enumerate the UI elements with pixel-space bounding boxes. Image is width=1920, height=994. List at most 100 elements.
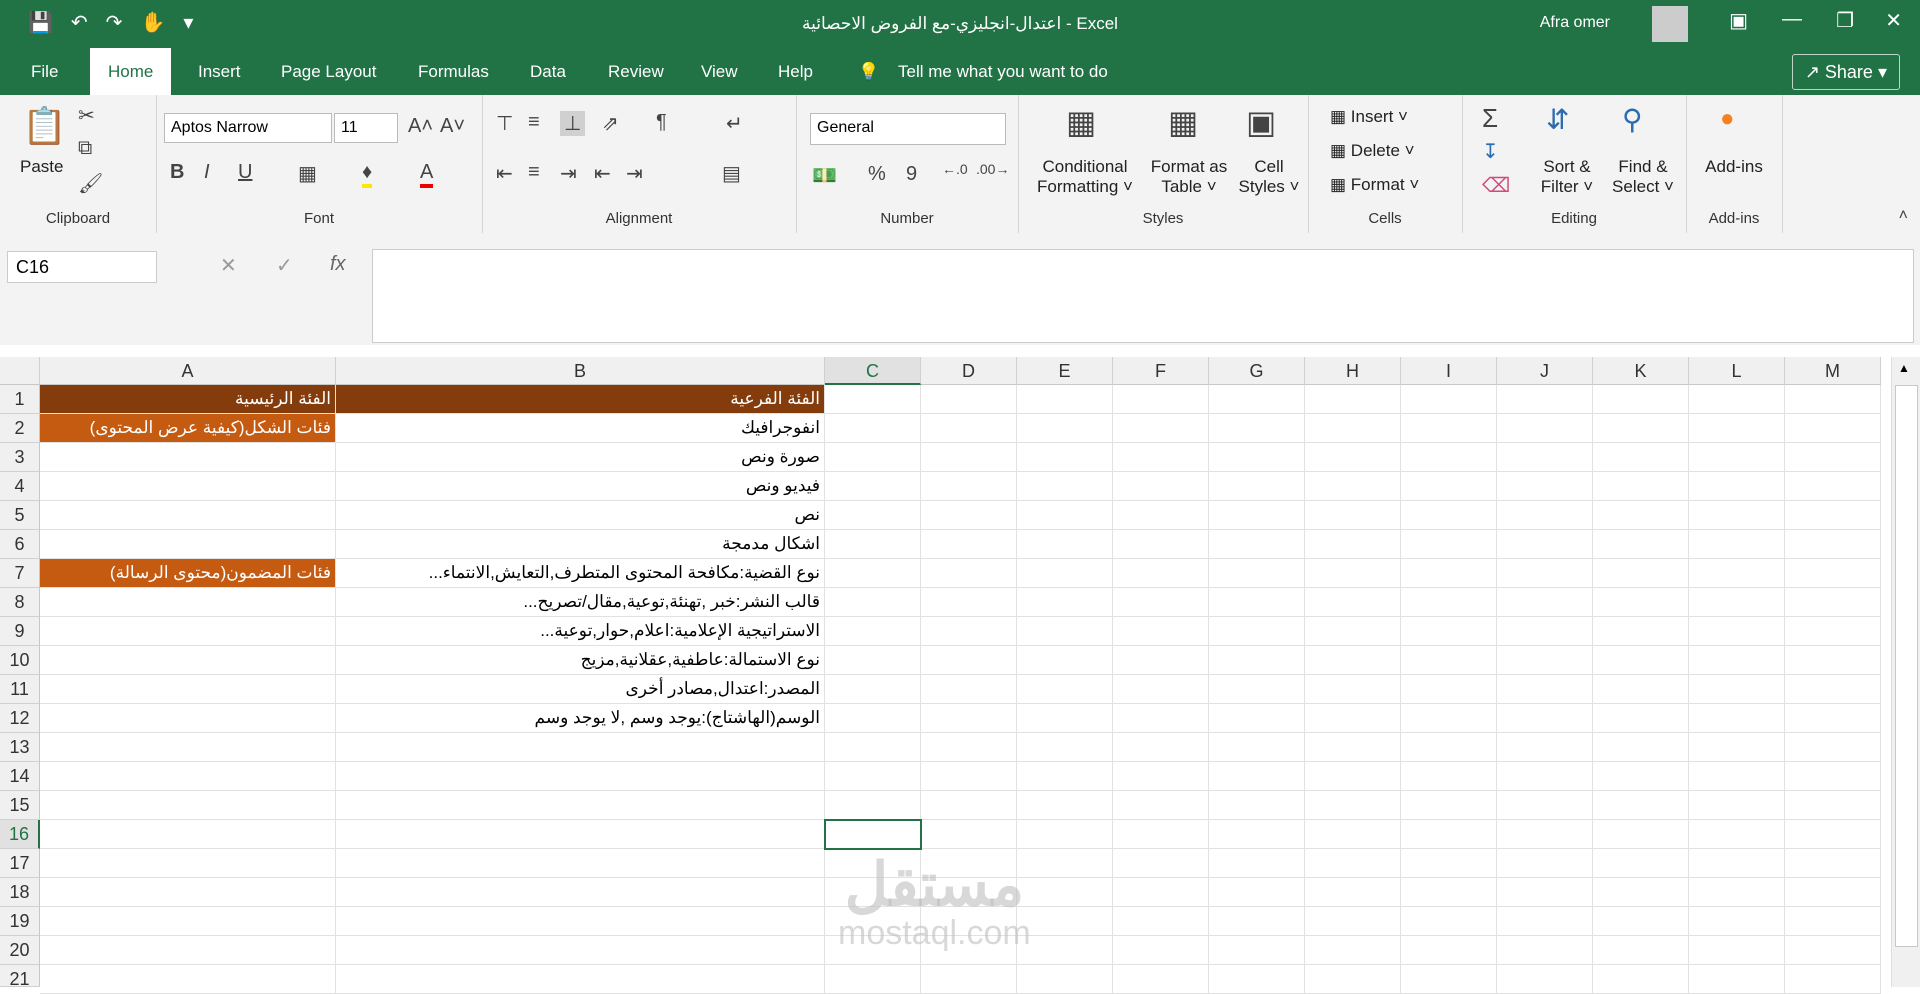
grid-cell[interactable] — [921, 617, 1017, 646]
grid-cell[interactable] — [336, 936, 825, 965]
grid-cell[interactable] — [1593, 501, 1689, 530]
font-size-select[interactable]: 11 — [334, 113, 398, 143]
grid-cell[interactable] — [1401, 559, 1497, 588]
grid-cell[interactable] — [1689, 385, 1785, 414]
grid-cell[interactable] — [1017, 762, 1113, 791]
decrease-indent-icon[interactable]: ⇤ — [594, 161, 611, 186]
grid-cell[interactable] — [1209, 588, 1305, 617]
grid-cell[interactable] — [1689, 646, 1785, 675]
grid-cell[interactable] — [1209, 820, 1305, 849]
format-painter-icon[interactable]: 🖌 — [78, 171, 103, 196]
find-select-icon[interactable]: ⚲ — [1622, 103, 1643, 136]
grid-cell[interactable] — [1017, 414, 1113, 443]
paste-button[interactable]: Paste — [20, 157, 63, 177]
currency-icon[interactable]: 💵 — [812, 163, 837, 188]
grid-cell[interactable] — [1593, 443, 1689, 472]
column-header-i[interactable]: I — [1401, 357, 1497, 385]
grid-cell[interactable] — [1113, 704, 1209, 733]
grid-cell[interactable] — [1209, 530, 1305, 559]
grid-cell[interactable] — [1593, 675, 1689, 704]
grid-cell[interactable] — [921, 965, 1017, 994]
grid-cell[interactable] — [1497, 646, 1593, 675]
row-header[interactable]: 6 — [0, 530, 40, 559]
grid-cell[interactable] — [40, 472, 336, 501]
grid-cell[interactable] — [1785, 733, 1881, 762]
minimize-icon[interactable]: — — [1782, 8, 1802, 31]
avatar[interactable] — [1652, 6, 1688, 42]
grid-cell[interactable] — [921, 385, 1017, 414]
cell-a2[interactable]: فئات الشكل(كيفية عرض المحتوى) — [40, 414, 336, 443]
grid-cell[interactable] — [1017, 588, 1113, 617]
grid-cell[interactable] — [1113, 878, 1209, 907]
grid-cell[interactable] — [40, 820, 336, 849]
grid-cell[interactable] — [40, 501, 336, 530]
grid-cell[interactable] — [1401, 820, 1497, 849]
row-header[interactable]: 8 — [0, 588, 40, 617]
grid-cell[interactable] — [1401, 414, 1497, 443]
grid-cell[interactable] — [1017, 646, 1113, 675]
delete-cells-button[interactable]: ▦ Delete ˅ — [1330, 141, 1415, 161]
cell-b7[interactable]: نوع القضية:مكافحة المحتوى المتطرف,التعاي… — [336, 559, 825, 588]
bold-button[interactable]: B — [170, 161, 184, 184]
conditional-formatting-icon[interactable]: ▦ — [1066, 103, 1096, 141]
grid-cell[interactable] — [921, 733, 1017, 762]
grid-cell[interactable] — [1689, 443, 1785, 472]
grid-cell[interactable] — [40, 849, 336, 878]
grid-cell[interactable] — [825, 385, 921, 414]
grid-cell[interactable] — [1497, 849, 1593, 878]
grid-cell[interactable] — [1785, 646, 1881, 675]
row-header[interactable]: 13 — [0, 733, 40, 762]
grid-cell[interactable] — [1593, 472, 1689, 501]
tab-home[interactable]: Home — [90, 48, 172, 95]
grid-cell[interactable] — [1497, 385, 1593, 414]
grid-cell[interactable] — [1785, 501, 1881, 530]
grid-cell[interactable] — [825, 965, 921, 994]
grid-cell[interactable] — [1305, 936, 1401, 965]
percent-button[interactable]: % — [868, 163, 886, 186]
grid-cell[interactable] — [1497, 762, 1593, 791]
grid-cell[interactable] — [1593, 762, 1689, 791]
grid-cell[interactable] — [1785, 472, 1881, 501]
grid-cell[interactable] — [825, 617, 921, 646]
decrease-decimal-icon[interactable]: .00→ — [976, 161, 1009, 177]
grid-cell[interactable] — [921, 472, 1017, 501]
grid-cell[interactable] — [1209, 675, 1305, 704]
grid-cell[interactable] — [1497, 617, 1593, 646]
grid-cell[interactable] — [1497, 878, 1593, 907]
grid-cell[interactable] — [1785, 617, 1881, 646]
bottom-align-icon[interactable]: ⊥ — [560, 111, 586, 136]
grid-cell[interactable] — [1017, 530, 1113, 559]
grid-cell[interactable] — [1689, 762, 1785, 791]
row-header[interactable]: 15 — [0, 791, 40, 820]
tab-data[interactable]: Data — [530, 48, 566, 95]
grid-cell[interactable] — [1401, 965, 1497, 994]
grid-cell[interactable] — [825, 530, 921, 559]
grid-cell[interactable] — [1785, 559, 1881, 588]
grid-cell[interactable] — [1593, 530, 1689, 559]
grid-cell[interactable] — [1209, 878, 1305, 907]
cell-a7[interactable]: فئات المضمون(محتوى الرسالة) — [40, 559, 336, 588]
grid-cell[interactable] — [1017, 965, 1113, 994]
grid-cell[interactable] — [336, 965, 825, 994]
grid-cell[interactable] — [1209, 704, 1305, 733]
cancel-icon[interactable]: ✕ — [220, 253, 237, 278]
borders-icon[interactable]: ▦ — [298, 161, 317, 186]
grid-cell[interactable] — [1785, 965, 1881, 994]
conditional-formatting-button[interactable]: Conditional Formatting ˅ — [1030, 157, 1140, 197]
grid-cell[interactable] — [921, 646, 1017, 675]
cell-b11[interactable]: المصدر:اعتدال,مصادر أخرى — [336, 675, 825, 704]
grid-cell[interactable] — [1497, 472, 1593, 501]
grid-cell[interactable] — [1113, 530, 1209, 559]
grid-cell[interactable] — [1113, 820, 1209, 849]
grid-cell[interactable] — [40, 443, 336, 472]
tab-review[interactable]: Review — [608, 48, 664, 95]
increase-decimal-icon[interactable]: ←.0 — [942, 161, 968, 177]
grid-cell[interactable] — [1017, 559, 1113, 588]
grid-cell[interactable] — [1497, 704, 1593, 733]
grid-cell[interactable] — [1497, 414, 1593, 443]
grid-cell[interactable] — [1209, 965, 1305, 994]
cell-a1[interactable]: الفئة الرئيسية — [40, 385, 336, 414]
cell-b3[interactable]: صورة ونص — [336, 443, 825, 472]
grid-cell[interactable] — [1593, 820, 1689, 849]
grid-cell[interactable] — [1209, 559, 1305, 588]
